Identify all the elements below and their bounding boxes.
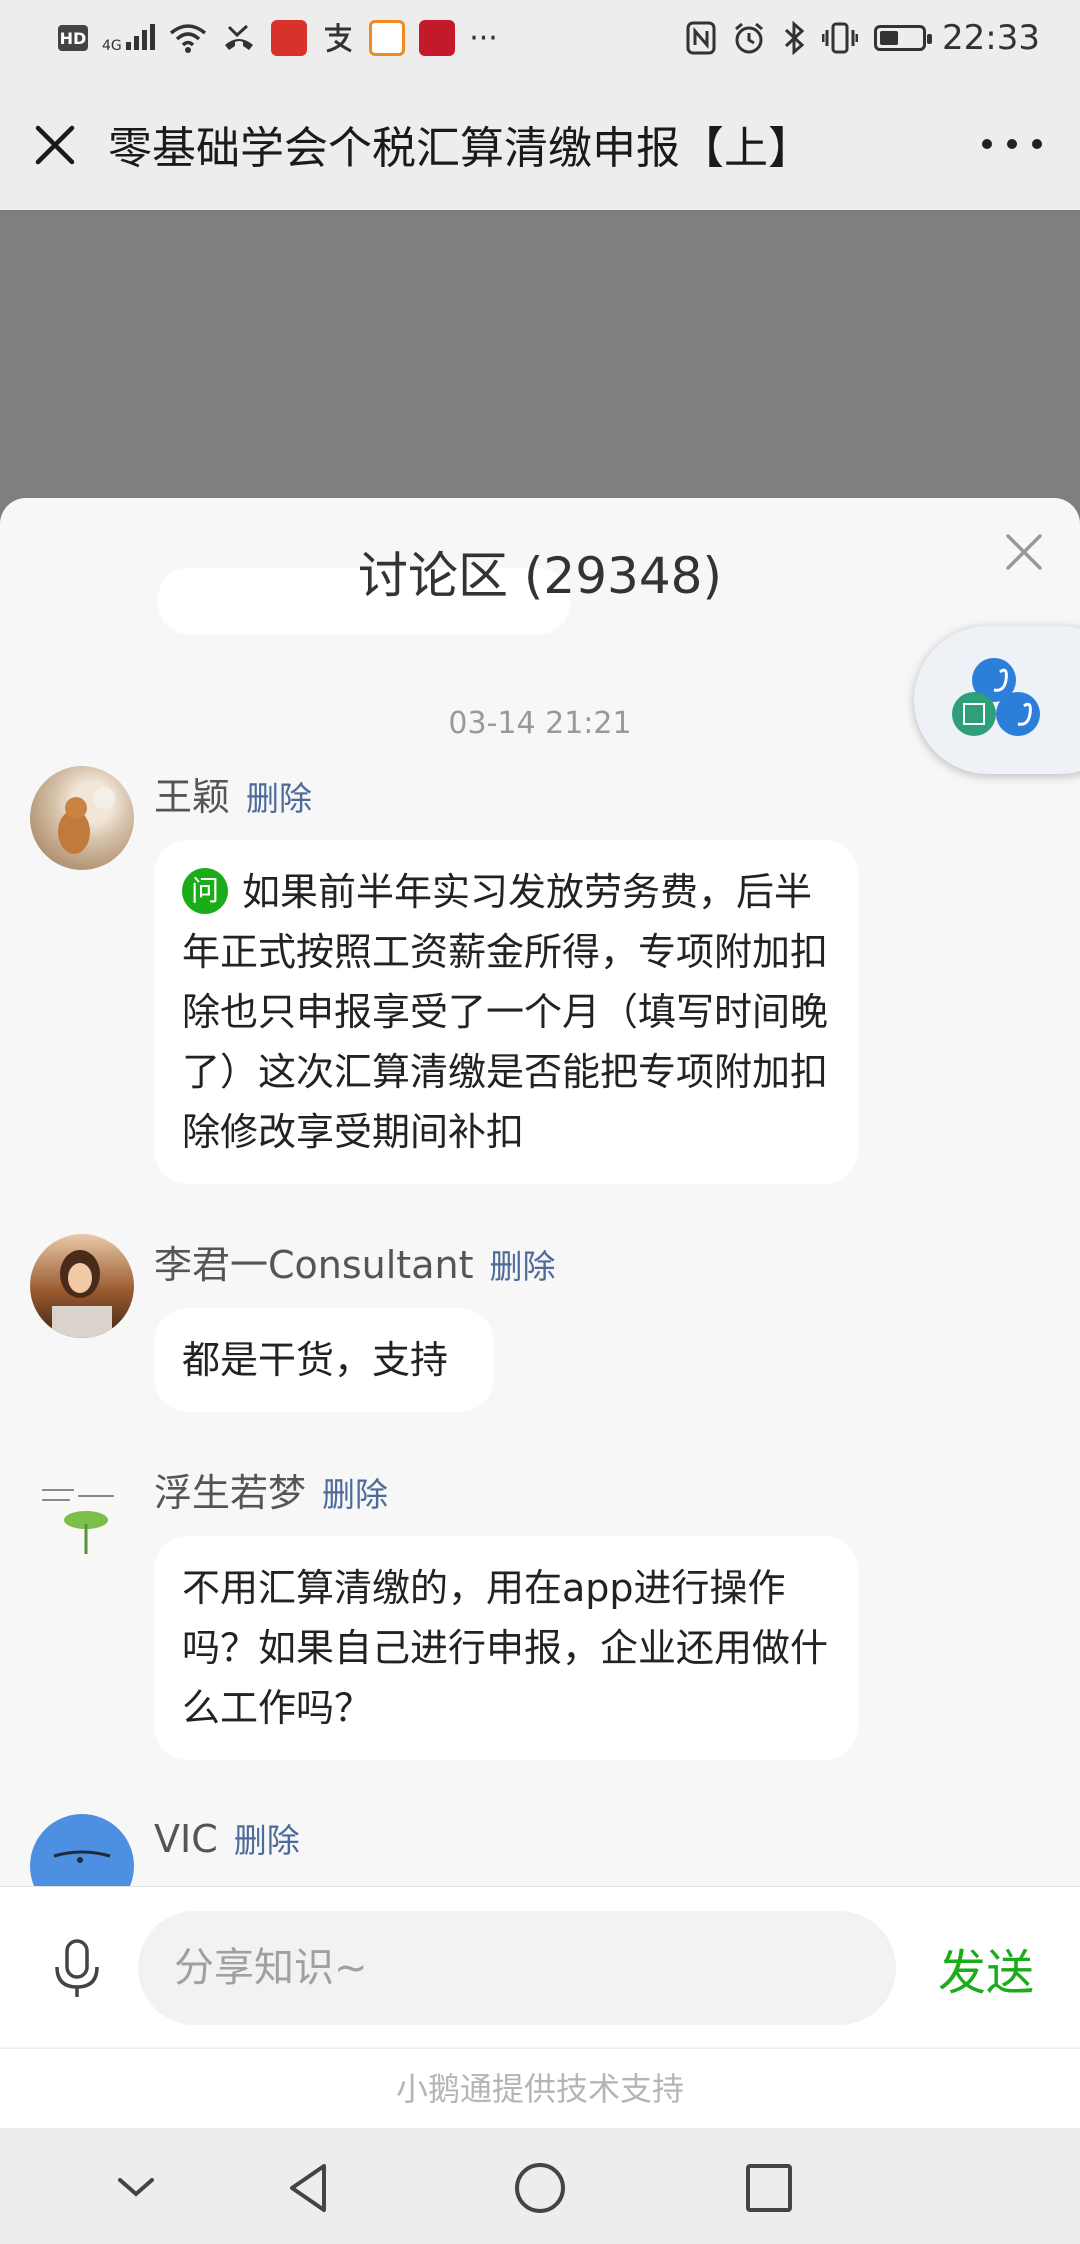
dimmed-content-overlay[interactable] bbox=[0, 210, 1080, 530]
cat-photo-icon bbox=[58, 787, 115, 854]
alipay-icon bbox=[325, 23, 352, 53]
home-icon[interactable] bbox=[510, 2160, 570, 2216]
clock: 22:33 bbox=[942, 18, 1040, 58]
avatar[interactable] bbox=[30, 1462, 134, 1566]
share-knowledge-input[interactable] bbox=[138, 1911, 896, 2025]
system-navigation-bar bbox=[0, 2128, 1080, 2244]
message-bubble: 都是干货，支持 bbox=[154, 1308, 494, 1412]
message-text: 都是干货，支持 bbox=[182, 1338, 449, 1382]
comment-input-bar: 发送 bbox=[0, 1886, 1080, 2047]
network-type: 4G bbox=[102, 37, 122, 54]
alarm-icon bbox=[735, 22, 763, 54]
missed-call-icon bbox=[225, 24, 254, 50]
author-name: 王颖 bbox=[154, 775, 231, 819]
author-name: 浮生若梦 bbox=[154, 1471, 307, 1515]
close-icon[interactable] bbox=[30, 120, 80, 170]
discussion-title: 讨论区 (29348) bbox=[358, 547, 722, 605]
dot-icon bbox=[1007, 139, 1017, 149]
collapse-chevron-icon[interactable] bbox=[106, 2160, 166, 2216]
avatar[interactable] bbox=[30, 1234, 134, 1338]
delete-link[interactable]: 删除 bbox=[489, 1247, 555, 1286]
author-row: 王颖 删除 bbox=[154, 766, 312, 821]
close-sheet-icon[interactable] bbox=[1002, 530, 1046, 574]
author-row: 浮生若梦 删除 bbox=[154, 1462, 388, 1517]
battery-icon bbox=[874, 25, 933, 51]
delete-link[interactable]: 删除 bbox=[234, 1821, 300, 1860]
dot-icon bbox=[982, 139, 992, 149]
more-menu-button[interactable] bbox=[982, 124, 1042, 164]
app-icon-red bbox=[271, 20, 308, 56]
question-badge: 问 bbox=[182, 867, 228, 914]
microphone-icon[interactable] bbox=[50, 1939, 104, 1999]
status-left: HD 4G ··· bbox=[58, 20, 498, 56]
discussion-sheet: 讨论区 (29348) 03-14 21:21 王颖 删除 问如果前半年实习发放劳… bbox=[0, 498, 1080, 2128]
author-name: VIC bbox=[154, 1817, 218, 1861]
message-bubble: 不用汇算清缴的，用在app进行操作吗？如果自己进行申报，企业还用做什么工作吗？ bbox=[154, 1536, 858, 1760]
floating-app-button[interactable] bbox=[914, 626, 1080, 774]
more-notifications-icon: ··· bbox=[469, 20, 498, 56]
hd-indicator: HD bbox=[58, 25, 88, 51]
status-bar: HD 4G ··· 22:33 bbox=[0, 0, 1080, 80]
message-timestamp: 03-14 21:21 bbox=[448, 706, 632, 741]
signal-icon: 4G bbox=[102, 23, 156, 54]
message-bubble: 问如果前半年实习发放劳务费，后半年正式按照工资薪金所得，专项附加扣除也只申报享受… bbox=[154, 840, 858, 1184]
author-row: VIC 删除 bbox=[154, 1814, 300, 1862]
tech-support-footer: 小鹅通提供技术支持 bbox=[0, 2048, 1080, 2129]
person-photo-icon bbox=[52, 1250, 112, 1338]
title-bar: 零基础学会个税汇算清缴申报【上】 bbox=[0, 80, 1080, 210]
delete-link[interactable]: 删除 bbox=[246, 779, 312, 818]
status-right: 22:33 bbox=[686, 18, 1040, 58]
page-title: 零基础学会个税汇算清缴申报【上】 bbox=[108, 123, 812, 174]
nfc-icon bbox=[686, 21, 716, 55]
back-icon[interactable] bbox=[280, 2160, 340, 2216]
recents-icon[interactable] bbox=[738, 2160, 798, 2216]
vibrate-icon bbox=[822, 22, 859, 54]
author-name: 李君一Consultant bbox=[154, 1243, 474, 1287]
delete-link[interactable]: 删除 bbox=[322, 1475, 388, 1514]
author-row: 李君一Consultant 删除 bbox=[154, 1234, 555, 1289]
huawei-icon bbox=[419, 20, 456, 56]
dot-icon bbox=[1032, 139, 1042, 149]
message-text: 如果前半年实习发放劳务费，后半年正式按照工资薪金所得，专项附加扣除也只申报享受了… bbox=[182, 870, 829, 1154]
wifi-icon bbox=[170, 24, 207, 53]
app-icon-orange bbox=[369, 20, 406, 56]
lotus-leaf-icon bbox=[42, 1489, 114, 1554]
send-button[interactable]: 发送 bbox=[938, 1933, 1034, 2003]
bluetooth-icon bbox=[784, 21, 805, 55]
avatar[interactable] bbox=[30, 766, 134, 870]
message-text: 不用汇算清缴的，用在app进行操作吗？如果自己进行申报，企业还用做什么工作吗？ bbox=[182, 1566, 829, 1730]
